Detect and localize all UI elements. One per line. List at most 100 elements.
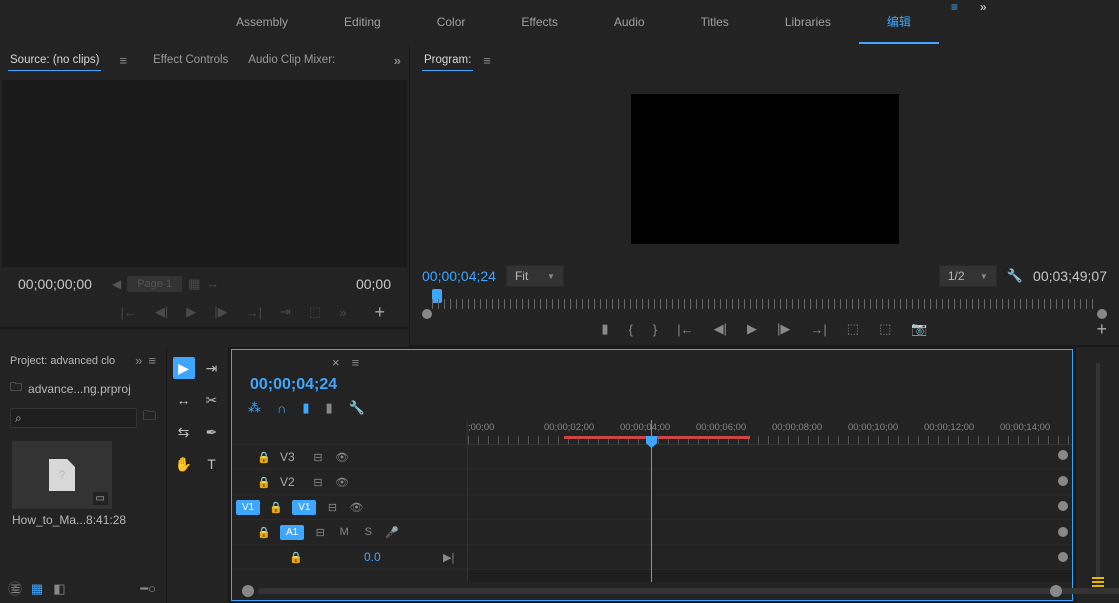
snap-icon[interactable]: ⁂ xyxy=(248,400,261,416)
hamburger-icon[interactable]: ≡ xyxy=(951,0,958,44)
ws-tab-titles[interactable]: Titles xyxy=(673,0,757,44)
sync-lock-icon[interactable]: ⊟ xyxy=(324,501,340,514)
lock-icon[interactable]: 🔒 xyxy=(268,501,284,514)
audio-mixer-tab[interactable]: Audio Clip Mixer: xyxy=(246,50,337,70)
zoom-slider-icon[interactable]: ━○ xyxy=(140,581,156,597)
program-timecode[interactable]: 00;00;04;24 xyxy=(422,268,496,284)
hand-tool-icon[interactable]: ✋ xyxy=(173,453,195,475)
workspace-bar: Assembly Editing Color Effects Audio Tit… xyxy=(0,0,1119,44)
page-prev-icon: ◀ xyxy=(112,277,121,291)
step-back-icon[interactable]: ◀| xyxy=(714,321,727,337)
audio-meter xyxy=(1096,363,1100,587)
track-target-v1[interactable]: V1 xyxy=(292,500,316,515)
go-in-icon[interactable]: |← xyxy=(677,322,693,337)
zoom-fit-select[interactable]: Fit▼ xyxy=(506,265,564,287)
program-duration: 00;03;49;07 xyxy=(1033,268,1107,284)
sync-lock-icon[interactable]: ⊟ xyxy=(312,526,328,539)
mic-icon[interactable]: 🎤 xyxy=(384,526,400,539)
new-bin-icon[interactable]: 🗀 xyxy=(143,407,156,429)
go-end-icon[interactable]: ▶| xyxy=(441,551,457,564)
clip-thumbnail[interactable]: ? ▭ xyxy=(12,441,112,509)
timeline-ruler[interactable]: ;00;00 00;00;02;00 00;00;04;00 00;00;06;… xyxy=(468,420,1072,445)
marker-icon[interactable]: ▮ xyxy=(302,400,309,416)
pen-tool-icon[interactable]: ✒ xyxy=(201,421,223,443)
panel-menu-icon[interactable]: ≡ xyxy=(483,53,491,68)
track-header-v1[interactable]: V1 🔒 V1 ⊟ 👁 xyxy=(232,495,467,520)
slip-tool-icon[interactable]: ⇆ xyxy=(173,421,195,443)
program-ruler[interactable] xyxy=(422,291,1107,313)
type-tool-icon[interactable]: T xyxy=(201,453,223,475)
track-header-v2[interactable]: 🔒 V2 ⊟ 👁 xyxy=(232,470,467,495)
go-out-icon[interactable]: →| xyxy=(810,322,826,337)
close-sequence-icon[interactable]: × xyxy=(332,355,340,370)
eye-icon[interactable]: 👁 xyxy=(334,451,350,464)
mix-value[interactable]: 0.0 xyxy=(364,550,381,564)
add-button-icon[interactable]: + xyxy=(374,302,385,323)
ws-tab-audio[interactable]: Audio xyxy=(586,0,673,44)
selection-tool-icon[interactable]: ▶ xyxy=(173,357,195,379)
track-target-a1[interactable]: A1 xyxy=(280,525,304,540)
ws-tab-editing[interactable]: Editing xyxy=(316,0,409,44)
settings-icon[interactable]: ▮ xyxy=(326,400,333,416)
source-timecode[interactable]: 00;00;00;00 xyxy=(18,276,92,292)
settings-icon[interactable]: 🔧 xyxy=(1007,268,1023,284)
lock-icon[interactable]: 🔒 xyxy=(288,551,304,564)
lift-icon[interactable]: ⬚ xyxy=(847,321,859,337)
export-frame-icon[interactable]: 📷 xyxy=(911,321,927,337)
extract-icon[interactable]: ⬚ xyxy=(879,321,891,337)
panel-menu-icon[interactable]: ≡ xyxy=(352,355,360,370)
track-header-v3[interactable]: 🔒 V3 ⊟ 👁 xyxy=(232,445,467,470)
lock-icon[interactable]: 🔒 xyxy=(256,451,272,464)
eye-icon[interactable]: 👁 xyxy=(334,476,350,489)
track-header-a1[interactable]: 🔒 A1 ⊟ M S 🎤 xyxy=(232,520,467,545)
in-point-icon[interactable]: { xyxy=(629,322,633,337)
resolution-select[interactable]: 1/2▼ xyxy=(939,265,997,287)
project-file[interactable]: advance...ng.prproj xyxy=(28,382,131,396)
linked-selection-icon[interactable]: ∩ xyxy=(277,401,286,416)
timeline-tracks-area[interactable]: ;00;00 00;00;02;00 00;00;04;00 00;00;06;… xyxy=(468,420,1072,582)
tabs-more-icon[interactable]: » xyxy=(394,53,401,68)
panel-menu-icon[interactable]: ≡ xyxy=(148,353,156,368)
lock-icon[interactable]: 🔒 xyxy=(256,476,272,489)
ripple-tool-icon[interactable]: ↔ xyxy=(173,389,195,411)
razor-tool-icon[interactable]: ✂ xyxy=(201,389,223,411)
track-select-tool-icon[interactable]: ⇥ xyxy=(201,357,223,379)
marker-icon[interactable]: ▮ xyxy=(601,321,608,337)
export-frame-icon: » xyxy=(339,305,346,320)
source-tab[interactable]: Source: (no clips) xyxy=(8,50,101,71)
icon-view-icon[interactable]: ▦ xyxy=(31,581,43,597)
creative-cloud-icon[interactable]: ⓒ xyxy=(8,579,22,599)
step-fwd-icon[interactable]: |▶ xyxy=(777,321,790,337)
ws-tab-custom[interactable]: 编辑 xyxy=(859,0,939,44)
sync-lock-icon[interactable]: ⊟ xyxy=(310,451,326,464)
timeline-playhead[interactable] xyxy=(651,420,652,582)
video-output xyxy=(631,94,899,244)
work-area-bar[interactable] xyxy=(564,436,750,439)
ws-tab-assembly[interactable]: Assembly xyxy=(208,0,316,44)
sync-lock-icon[interactable]: ⊟ xyxy=(310,476,326,489)
program-tab[interactable]: Program: xyxy=(422,50,473,71)
lock-icon[interactable]: 🔒 xyxy=(256,526,272,539)
project-title[interactable]: Project: advanced clo xyxy=(10,355,129,367)
effect-controls-tab[interactable]: Effect Controls xyxy=(151,50,230,70)
add-button-icon[interactable]: + xyxy=(1096,319,1107,340)
panel-menu-icon[interactable]: ≡ xyxy=(119,53,127,68)
ws-overflow-icon[interactable]: » xyxy=(980,0,987,44)
wrench-icon[interactable]: 🔧 xyxy=(349,400,365,416)
ws-tab-libraries[interactable]: Libraries xyxy=(757,0,859,44)
vertical-scrollbar[interactable] xyxy=(1056,450,1070,562)
solo-label[interactable]: S xyxy=(360,526,376,538)
ws-tab-effects[interactable]: Effects xyxy=(493,0,585,44)
play-icon[interactable]: ▶ xyxy=(747,321,757,337)
tabs-more-icon[interactable]: » xyxy=(135,353,142,368)
source-patch-v1[interactable]: V1 xyxy=(236,500,260,515)
search-input[interactable]: ⌕ xyxy=(10,408,137,428)
bin-icon[interactable]: 🗀 xyxy=(10,378,22,399)
eye-icon[interactable]: 👁 xyxy=(348,501,364,514)
out-point-icon[interactable]: } xyxy=(653,322,657,337)
mute-label[interactable]: M xyxy=(336,526,352,538)
timeline-zoom-scrollbar[interactable] xyxy=(232,582,1072,600)
timeline-timecode[interactable]: 00;00;04;24 xyxy=(250,376,337,393)
ws-tab-color[interactable]: Color xyxy=(409,0,494,44)
freeform-view-icon[interactable]: ◧ xyxy=(53,581,65,597)
